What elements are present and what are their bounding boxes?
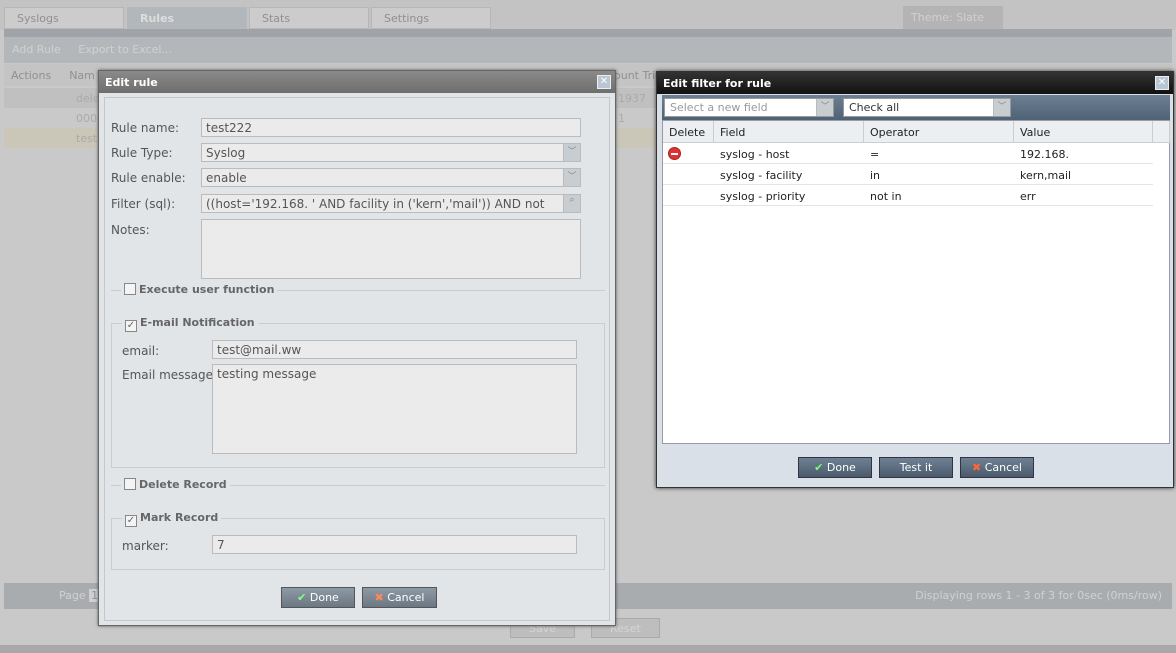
col-operator[interactable]: Operator xyxy=(864,121,1014,143)
notes-label: Notes: xyxy=(111,223,150,237)
close-icon[interactable]: ✕ xyxy=(597,75,611,89)
done-label: Done xyxy=(309,591,339,604)
rule-type-select[interactable]: Syslog ﹀ xyxy=(201,143,581,162)
operator-cell: not in xyxy=(870,190,902,203)
test-it-button[interactable]: Test it xyxy=(879,457,953,478)
marker-input[interactable]: 7 xyxy=(212,535,577,554)
rule-enable-select[interactable]: enable ﹀ xyxy=(201,168,581,187)
filter-grid: Delete Field Operator Value syslog - hos… xyxy=(662,120,1170,444)
field-cell: syslog - facility xyxy=(720,169,803,182)
new-field-select[interactable]: Select a new field ﹀ xyxy=(664,98,834,117)
check-icon: ✔ xyxy=(297,591,310,604)
check-icon: ✔ xyxy=(814,461,827,474)
email-message-label: Email message: xyxy=(122,368,218,382)
filter-value: ((host='192.168. ' AND facility in ('ker… xyxy=(206,197,545,211)
table-row[interactable]: syslog - priority not in err xyxy=(663,185,1153,206)
filter-toolbar: Select a new field ﹀ Check all ﹀ xyxy=(662,95,1170,121)
filter-label: Filter (sql): xyxy=(111,197,176,211)
col-delete[interactable]: Delete xyxy=(663,121,714,143)
checkbox-checked[interactable]: ✓ xyxy=(125,320,137,332)
chevron-down-icon[interactable]: ﹀ xyxy=(563,169,580,186)
delete-record-label: Delete Record xyxy=(139,478,227,491)
rule-name-label: Rule name: xyxy=(111,121,180,135)
col-field[interactable]: Field xyxy=(714,121,864,143)
exec-function-checkbox[interactable]: Execute user function xyxy=(121,283,278,296)
col-value[interactable]: Value xyxy=(1014,121,1153,143)
value-cell: kern,mail xyxy=(1020,169,1072,182)
done-button[interactable]: ✔ Done xyxy=(281,587,355,608)
mark-fieldset: ✓ Mark Record marker: 7 xyxy=(111,511,605,570)
done-label: Done xyxy=(826,461,856,474)
col-spacer xyxy=(1153,121,1170,143)
email-label: email: xyxy=(122,344,160,358)
close-icon[interactable]: ✕ xyxy=(1155,76,1169,90)
chevron-down-icon[interactable]: ﹀ xyxy=(816,99,833,116)
select-placeholder: Select a new field xyxy=(670,101,768,114)
rule-type-value: Syslog xyxy=(206,146,246,160)
filter-cancel-button[interactable]: ✖ Cancel xyxy=(960,457,1034,478)
check-all-select[interactable]: Check all ﹀ xyxy=(843,98,1011,117)
rule-enable-label: Rule enable: xyxy=(111,171,186,185)
rule-name-input[interactable]: test222 xyxy=(201,118,581,137)
email-input[interactable]: test@mail.ww xyxy=(212,340,577,359)
value-cell: err xyxy=(1020,190,1036,203)
mark-record-checkbox[interactable]: ✓ Mark Record xyxy=(122,511,222,527)
checkbox-checked[interactable]: ✓ xyxy=(125,515,137,527)
field-cell: syslog - host xyxy=(720,148,790,161)
edit-filter-window: Edit filter for rule ✕ Select a new fiel… xyxy=(656,71,1174,488)
window-title: Edit rule xyxy=(99,71,615,93)
operator-cell: in xyxy=(870,169,881,182)
email-message-textarea[interactable]: testing message xyxy=(212,364,577,454)
edit-rule-window: Edit rule ✕ Rule name: test222 Rule Type… xyxy=(98,70,616,626)
mark-record-label: Mark Record xyxy=(140,511,219,524)
checkbox[interactable] xyxy=(124,478,136,490)
notes-textarea[interactable] xyxy=(201,219,581,279)
marker-label: marker: xyxy=(122,539,169,553)
cancel-x-icon: ✖ xyxy=(972,461,985,474)
window-title: Edit filter for rule xyxy=(657,72,1173,94)
checkbox[interactable] xyxy=(124,283,136,295)
search-icon[interactable]: ⌕ xyxy=(563,195,580,212)
filter-input[interactable]: ((host='192.168. ' AND facility in ('ker… xyxy=(201,194,581,213)
filter-done-button[interactable]: ✔ Done xyxy=(798,457,872,478)
check-all-value: Check all xyxy=(849,101,900,114)
chevron-down-icon[interactable]: ﹀ xyxy=(993,99,1010,116)
rule-enable-value: enable xyxy=(206,171,247,185)
field-cell: syslog - priority xyxy=(720,190,806,203)
rule-type-label: Rule Type: xyxy=(111,146,173,160)
email-section-label: E-mail Notification xyxy=(140,316,255,329)
delete-icon[interactable] xyxy=(668,147,681,160)
delete-record-checkbox[interactable]: Delete Record xyxy=(121,478,230,491)
email-notification-checkbox[interactable]: ✓ E-mail Notification xyxy=(122,316,258,332)
exec-label: Execute user function xyxy=(139,283,275,296)
cancel-label: Cancel xyxy=(387,591,425,604)
email-fieldset: ✓ E-mail Notification email: test@mail.ww… xyxy=(111,316,605,468)
chevron-down-icon[interactable]: ﹀ xyxy=(563,144,580,161)
operator-cell: = xyxy=(870,148,880,161)
value-cell: 192.168. xyxy=(1020,148,1069,161)
cancel-button[interactable]: ✖ Cancel xyxy=(362,587,437,608)
table-row[interactable]: syslog - host = 192.168. xyxy=(663,143,1153,164)
cancel-label: Cancel xyxy=(984,461,1022,474)
cancel-x-icon: ✖ xyxy=(374,591,388,604)
table-row[interactable]: syslog - facility in kern,mail xyxy=(663,164,1153,185)
